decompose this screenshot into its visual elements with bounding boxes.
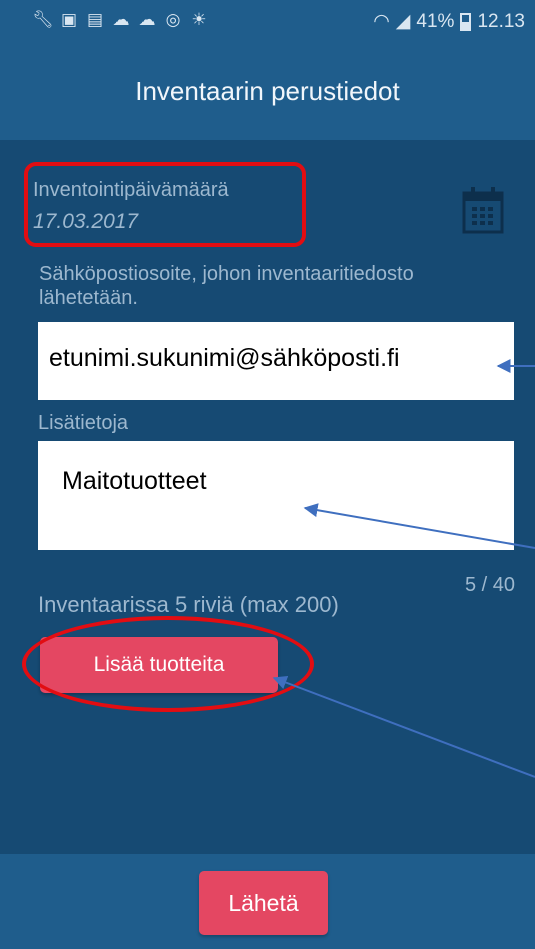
add-button-highlight-annotation <box>22 616 314 712</box>
notes-field[interactable]: Maitotuotteet <box>38 441 514 550</box>
notes-label: Lisätietoja <box>38 412 129 434</box>
email-field[interactable]: etunimi.sukunimi@sähköposti.fi <box>38 322 514 400</box>
email-label: Sähköpostiosoite, johon inventaaritiedos… <box>39 263 414 309</box>
battery-percent: 41% <box>416 10 455 32</box>
app-screen: 🔧︎ ▣ ▤ ☁ ☁ ◎ ☀ ◠ ◢ 41% 12.13 Inventaarin… <box>0 0 535 949</box>
notes-counter: 5 / 40 <box>464 574 515 596</box>
notification-icons: 🔧︎ ▣ ▤ ☁ ☁ ◎ ☀ <box>32 10 208 29</box>
calendar-icon[interactable] <box>462 186 504 234</box>
image-icon: ▣ <box>60 10 78 29</box>
page-title: Inventaarin perustiedot <box>135 75 400 106</box>
date-highlight-annotation <box>24 162 306 247</box>
send-button[interactable]: Lähetä <box>199 871 328 935</box>
weather-icon: ☀ <box>191 10 207 29</box>
rows-info: Inventaarissa 5 riviä (max 200) <box>38 592 339 617</box>
signal-icon: ◢ <box>395 11 411 32</box>
cloud-icon: ☁ <box>138 10 156 29</box>
wifi-icon: ◠ <box>373 11 390 32</box>
clock: 12.13 <box>477 10 525 32</box>
cloud-icon: ☁ <box>112 10 130 29</box>
status-bar: 🔧︎ ▣ ▤ ☁ ☁ ◎ ☀ ◠ ◢ 41% 12.13 <box>0 0 535 42</box>
status-right: ◠ ◢ 41% 12.13 <box>373 10 525 33</box>
sync-icon: ◎ <box>165 10 181 29</box>
title-bar: Inventaarin perustiedot <box>0 42 535 140</box>
battery-icon <box>460 12 472 31</box>
add-button-arrow <box>272 675 535 778</box>
gallery-icon: ▤ <box>86 10 104 29</box>
wrench-icon: 🔧︎ <box>32 10 54 29</box>
